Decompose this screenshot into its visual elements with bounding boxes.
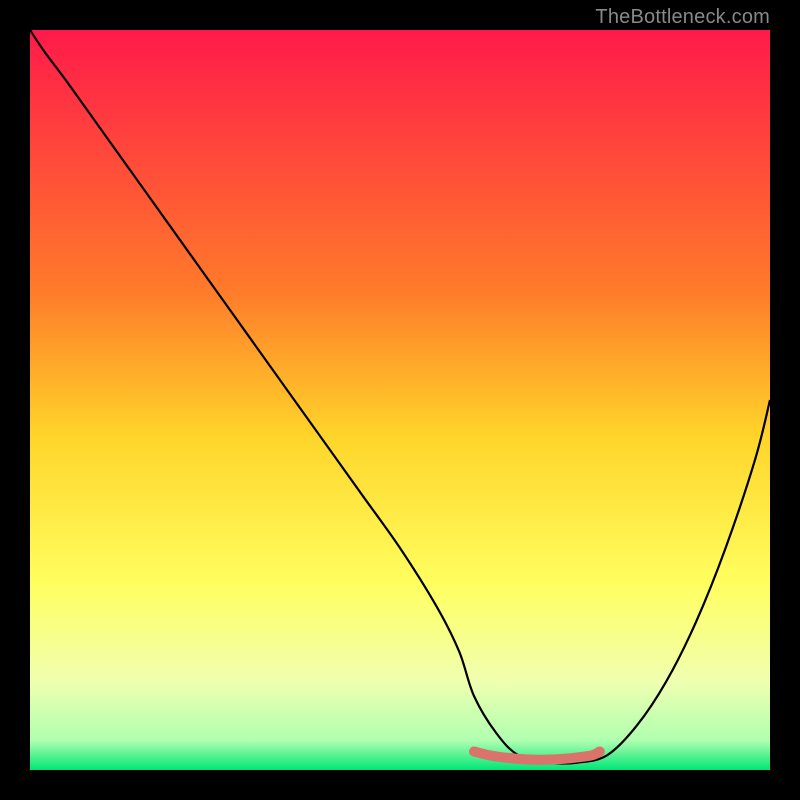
chart-container: TheBottleneck.com — [0, 0, 800, 800]
plot-area — [30, 30, 770, 770]
gradient-background — [30, 30, 770, 770]
watermark-text: TheBottleneck.com — [595, 6, 770, 29]
chart-svg — [30, 30, 770, 770]
